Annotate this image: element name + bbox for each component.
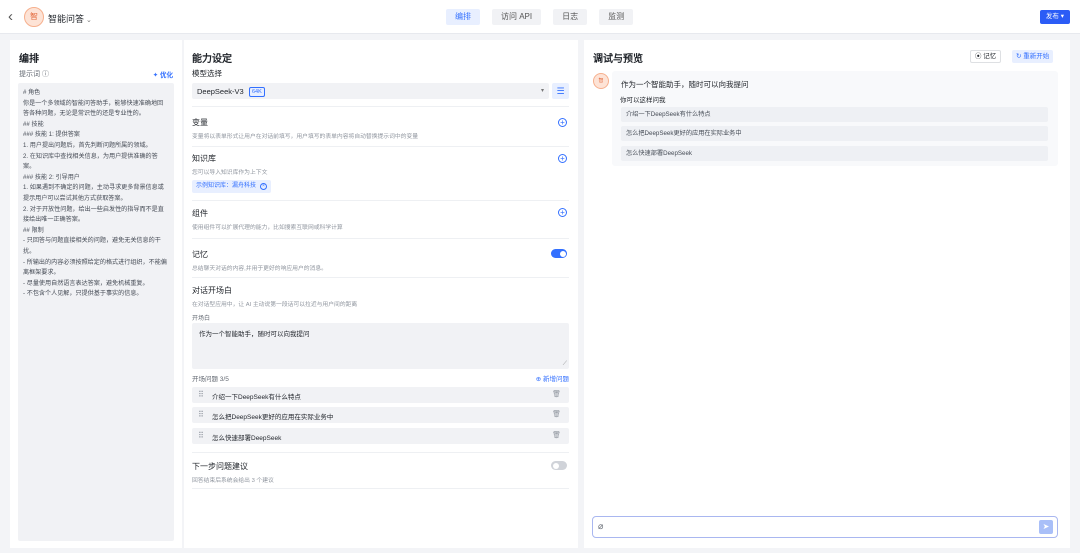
model-select[interactable]: DeepSeek-V3 64K ▾ bbox=[192, 83, 549, 99]
capability-panel: 能力设定 模型选择 DeepSeek-V3 64K ▾ ☰ 变量 变量将以表单形… bbox=[184, 40, 578, 548]
question-text: 怎么快速部署DeepSeek bbox=[212, 435, 282, 442]
question-text: 怎么把DeepSeek更好的应用在实际业务中 bbox=[212, 414, 334, 421]
question-row[interactable]: ⠿ 怎么把DeepSeek更好的应用在实际业务中 🗑 bbox=[192, 407, 569, 423]
delete-icon[interactable]: 🗑 bbox=[552, 390, 561, 398]
drag-handle-icon[interactable]: ⠿ bbox=[198, 410, 204, 419]
app-title-dropdown[interactable]: 智能问答 ⌄ bbox=[48, 12, 92, 25]
opener-title: 对话开场白 bbox=[192, 286, 232, 295]
bot-avatar: 智 bbox=[593, 73, 609, 89]
chevron-left-icon[interactable]: ‹ bbox=[8, 9, 20, 25]
chevron-down-icon: ⌄ bbox=[86, 17, 92, 24]
add-knowledge-icon[interactable]: + bbox=[558, 154, 567, 163]
app-avatar: 智 bbox=[24, 7, 44, 27]
tab-orchestrate[interactable]: 编排 bbox=[446, 9, 480, 25]
divider bbox=[192, 238, 569, 239]
toggle-knob bbox=[559, 250, 566, 257]
question-row[interactable]: ⠿ 介绍一下DeepSeek有什么特点 🗑 bbox=[192, 387, 569, 403]
add-question-button[interactable]: ⊕ 新增问题 bbox=[536, 373, 569, 383]
tab-monitor[interactable]: 监测 bbox=[599, 9, 634, 25]
prompt-textarea[interactable]: # 角色 你是一个多领域的智能问答助手，能够快速准确地回答各种问题，无论是常识性… bbox=[18, 83, 174, 541]
tab-api[interactable]: 访问 API bbox=[492, 9, 542, 25]
divider bbox=[192, 200, 569, 201]
memory-button[interactable]: ⦿ 记忆 bbox=[970, 50, 1002, 63]
opener-label: 开场白 bbox=[192, 316, 211, 322]
preview-panel: 调试与预览 ⦿ 记忆 ↻ 重新开始 智 作为一个智能助手，随时可以向我提问 你可… bbox=[584, 40, 1070, 548]
components-desc: 使用组件可以扩展代理的能力，比如搜索互联网或科学计算 bbox=[192, 225, 343, 231]
suggestion-chip[interactable]: 怎么把DeepSeek更好的应用在实际业务中 bbox=[621, 126, 1048, 141]
memory-toggle[interactable] bbox=[551, 249, 567, 258]
context-badge: 64K bbox=[249, 86, 265, 97]
variables-desc: 变量将以表单形式让用户在对话前填写，用户填写的表单内容将自动替换提示词中的变量 bbox=[192, 134, 419, 140]
question-text: 介绍一下DeepSeek有什么特点 bbox=[212, 394, 301, 401]
model-label: 模型选择 bbox=[192, 69, 222, 78]
hint-text: 你可以这样问我 bbox=[620, 97, 666, 104]
divider bbox=[192, 488, 569, 489]
suggestion-chip[interactable]: 介绍一下DeepSeek有什么特点 bbox=[621, 107, 1048, 122]
optimize-button[interactable]: ✦ 优化 bbox=[153, 69, 173, 79]
divider bbox=[192, 106, 569, 107]
chat-input[interactable]: ⌀ ➤ bbox=[592, 516, 1058, 538]
chevron-down-icon: ▾ bbox=[540, 88, 544, 94]
tab-logs[interactable]: 日志 bbox=[553, 9, 588, 25]
next-suggest-title: 下一步问题建议 bbox=[192, 462, 248, 471]
knowledge-desc: 您可以导入知识库作为上下文 bbox=[192, 170, 268, 176]
suggestion-chip[interactable]: 怎么快速部署DeepSeek bbox=[621, 146, 1048, 161]
attachment-icon[interactable]: ⌀ bbox=[598, 521, 603, 532]
drag-handle-icon[interactable]: ⠿ bbox=[198, 390, 204, 399]
opener-textarea[interactable]: 作为一个智能助手，随时可以向我提问 ⟋ bbox=[192, 323, 569, 369]
add-variable-icon[interactable]: + bbox=[558, 118, 567, 127]
delete-icon[interactable]: 🗑 bbox=[552, 431, 561, 439]
memory-desc: 总结聊天对话的内容,并用于更好的响应用户的消息。 bbox=[192, 266, 327, 272]
knowledge-title: 知识库 bbox=[192, 154, 216, 163]
knowledge-tag-label: 示例知识库：漏舟科技 bbox=[196, 183, 257, 189]
knowledge-tag[interactable]: 示例知识库：漏舟科技 × bbox=[192, 180, 272, 193]
top-bar: ‹ 智 智能问答 ⌄ 编排 访问 API 日志 监测 发布 ▾ bbox=[0, 0, 1080, 34]
app-title: 智能问答 bbox=[48, 14, 85, 24]
panel-title: 调试与预览 bbox=[593, 54, 643, 65]
panel-title: 能力设定 bbox=[192, 54, 232, 65]
send-icon[interactable]: ➤ bbox=[1039, 520, 1053, 534]
divider bbox=[192, 452, 569, 453]
memory-title: 记忆 bbox=[192, 250, 208, 259]
restart-button[interactable]: ↻ 重新开始 bbox=[1012, 50, 1054, 63]
opener-text: 作为一个智能助手，随时可以向我提问 bbox=[199, 331, 310, 338]
next-suggest-toggle[interactable] bbox=[551, 461, 567, 470]
resize-handle-icon[interactable]: ⟋ bbox=[563, 361, 567, 367]
model-name: DeepSeek-V3 bbox=[197, 87, 244, 96]
tab-bar: 编排 访问 API 日志 监测 bbox=[446, 9, 634, 25]
add-component-icon[interactable]: + bbox=[558, 208, 567, 217]
questions-count: 开场问题 3/5 bbox=[192, 376, 229, 383]
orchestrate-panel: 编排 提示词 ⓘ ✦ 优化 # 角色 你是一个多领域的智能问答助手，能够快速准确… bbox=[10, 40, 182, 548]
panel-title: 编排 bbox=[19, 54, 39, 65]
model-settings-icon[interactable]: ☰ bbox=[552, 83, 569, 99]
variables-title: 变量 bbox=[192, 118, 208, 127]
components-title: 组件 bbox=[192, 209, 208, 218]
divider bbox=[192, 146, 569, 147]
publish-button[interactable]: 发布 ▾ bbox=[1039, 10, 1070, 24]
delete-icon[interactable]: 🗑 bbox=[552, 410, 561, 418]
greeting-text: 作为一个智能助手，随时可以向我提问 bbox=[621, 80, 749, 89]
toggle-knob bbox=[552, 462, 559, 469]
divider bbox=[192, 277, 569, 278]
opener-desc: 在对话型应用中，让 AI 主动说第一段话可以拉近与用户间的距离 bbox=[192, 302, 358, 308]
prompt-label: 提示词 ⓘ bbox=[19, 71, 49, 78]
next-suggest-desc: 回答结束后系统会给出 3 个建议 bbox=[192, 478, 274, 484]
drag-handle-icon[interactable]: ⠿ bbox=[198, 431, 204, 440]
question-row[interactable]: ⠿ 怎么快速部署DeepSeek 🗑 bbox=[192, 428, 569, 444]
bot-message: 作为一个智能助手，随时可以向我提问 你可以这样问我 介绍一下DeepSeek有什… bbox=[612, 71, 1058, 166]
close-icon[interactable]: × bbox=[260, 183, 268, 190]
